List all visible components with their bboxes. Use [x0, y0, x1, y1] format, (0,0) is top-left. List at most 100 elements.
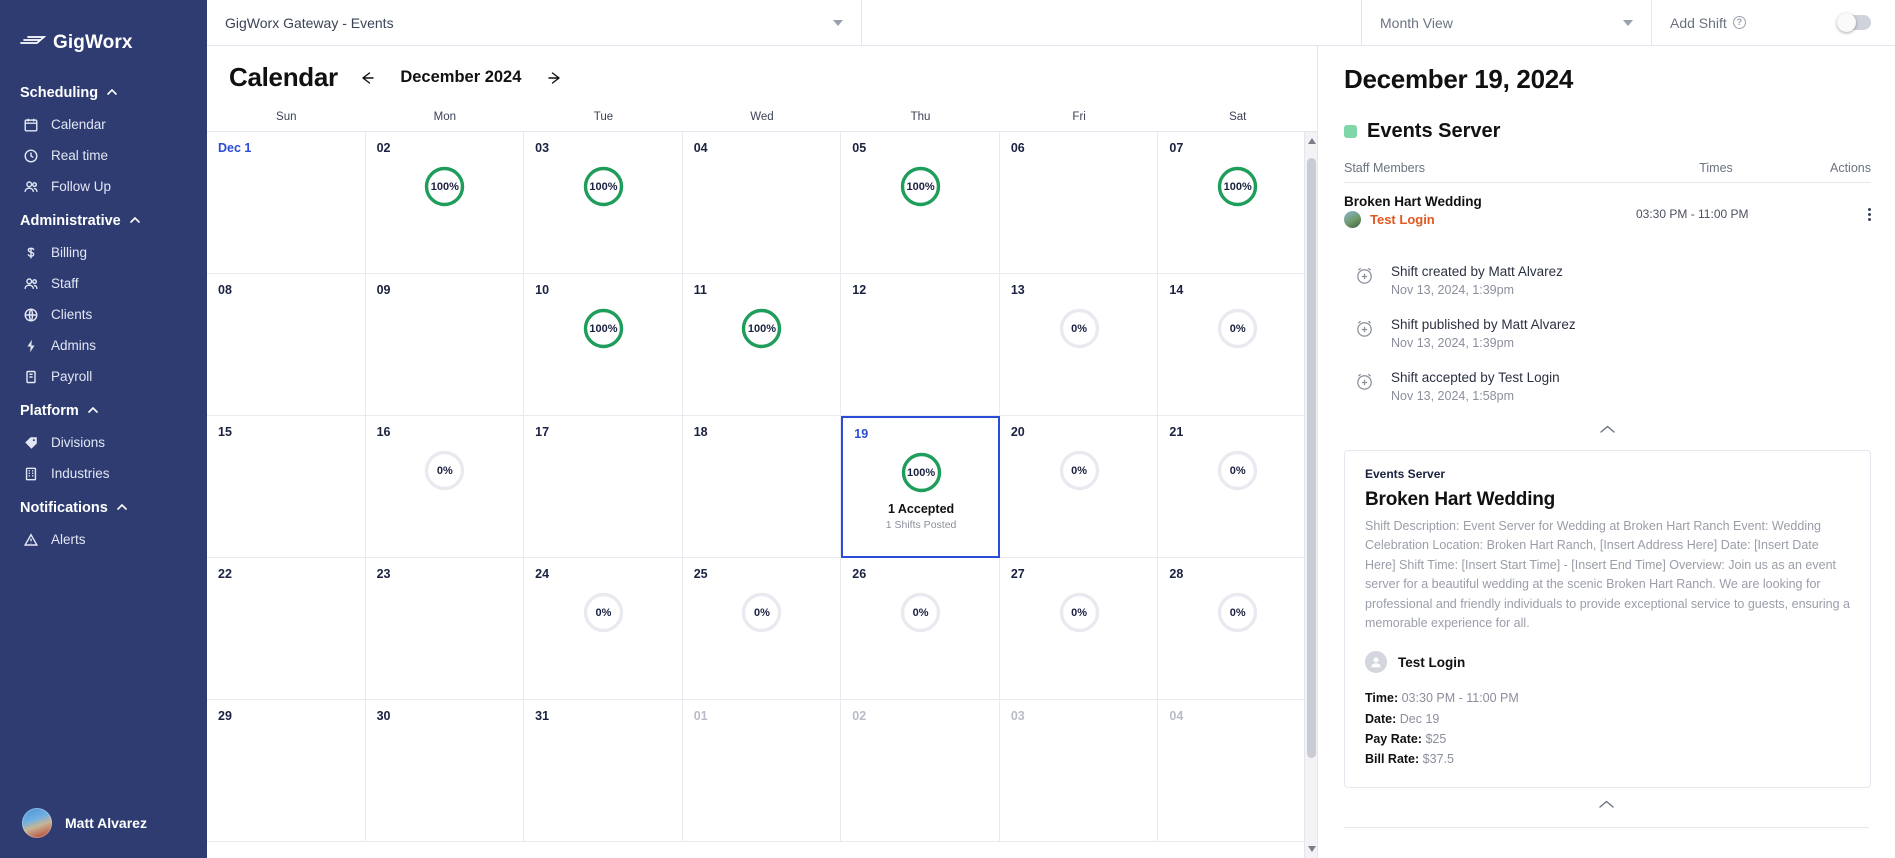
calendar-day-cell[interactable]: 16 0%	[365, 416, 525, 558]
sidebar-item-clients[interactable]: Clients	[0, 299, 207, 330]
sidebar-item-billing[interactable]: Billing	[0, 237, 207, 268]
fill-rate-donut: 100%	[740, 307, 783, 350]
calendar-day-cell[interactable]: 02 100%	[365, 132, 525, 274]
scroll-down-icon[interactable]	[1307, 846, 1316, 852]
prev-month-button[interactable]	[354, 65, 380, 91]
sidebar-group-administrative[interactable]: Administrative	[0, 202, 207, 237]
sidebar-item-divisions[interactable]: Divisions	[0, 427, 207, 458]
brand-logo[interactable]: GigWorx	[0, 0, 207, 60]
panel-divider	[1344, 827, 1869, 829]
day-number: 20	[1010, 425, 1025, 439]
staff-name-link[interactable]: Test Login	[1370, 212, 1435, 227]
calendar-day-cell[interactable]: 15	[207, 416, 366, 558]
add-shift-label: Add Shift	[1670, 14, 1727, 31]
calendar-day-cell[interactable]: 23	[365, 558, 525, 700]
fill-rate-donut: 0%	[740, 591, 783, 634]
calendar-day-cell[interactable]: 24 0%	[524, 558, 683, 700]
scrollbar-thumb[interactable]	[1307, 158, 1316, 758]
meta-value: $37.5	[1422, 752, 1454, 766]
calendar-day-cell[interactable]: 11 100%	[682, 274, 842, 416]
fill-rate-donut: 0%	[1058, 591, 1101, 634]
calendar-day-cell[interactable]: 06	[999, 132, 1159, 274]
kebab-menu-icon[interactable]	[1811, 194, 1871, 223]
calendar-day-cell[interactable]: 03	[999, 700, 1159, 842]
calendar-day-cell[interactable]: 09	[365, 274, 525, 416]
calendar-day-cell[interactable]: 21 0%	[1158, 416, 1317, 558]
sidebar-group-platform[interactable]: Platform	[0, 392, 207, 427]
table-row[interactable]: Broken Hart Wedding Test Login 03:30 PM …	[1344, 183, 1871, 232]
view-select[interactable]: Month View	[1362, 0, 1652, 45]
sidebar-item-follow-up[interactable]: Follow Up	[0, 171, 207, 202]
fill-rate-label: 0%	[1071, 606, 1088, 619]
card-meta-list: Time: 03:30 PM - 11:00 PM Date: Dec 19 P…	[1365, 688, 1850, 769]
sidebar-item-alerts[interactable]: Alerts	[0, 524, 207, 555]
sidebar-item-label: Divisions	[51, 435, 106, 450]
fill-rate-donut: 0%	[1216, 591, 1259, 634]
calendar-day-cell[interactable]: 13 0%	[999, 274, 1159, 416]
calendar-scrollbar[interactable]	[1304, 132, 1317, 858]
collapse-log-button[interactable]	[1344, 413, 1871, 442]
calendar-day-cell[interactable]: 31	[524, 700, 683, 842]
scroll-up-icon[interactable]	[1307, 138, 1316, 144]
sidebar-item-staff[interactable]: Staff	[0, 268, 207, 299]
sidebar-item-industries[interactable]: Industries	[0, 458, 207, 489]
collapse-card-button[interactable]	[1318, 788, 1895, 817]
calendar-day-cell[interactable]: 14 0%	[1158, 274, 1317, 416]
day-number: 30	[376, 709, 391, 723]
fill-rate-donut: 100%	[1216, 165, 1259, 208]
calendar-day-cell[interactable]: 29	[207, 700, 366, 842]
sidebar-item-payroll[interactable]: Payroll	[0, 361, 207, 392]
calendar-day-cell[interactable]: 17	[524, 416, 683, 558]
calendar-day-cell[interactable]: 07 100%	[1158, 132, 1317, 274]
calendar-day-cell[interactable]: 10 100%	[524, 274, 683, 416]
sidebar-item-real-time[interactable]: Real time	[0, 140, 207, 171]
calendar-day-cell[interactable]: 27 0%	[999, 558, 1159, 700]
meta-value: 03:30 PM - 11:00 PM	[1401, 691, 1519, 706]
list-item: Shift published by Matt Alvarez Nov 13, …	[1344, 307, 1871, 360]
calendar-day-cell[interactable]: 03 100%	[524, 132, 683, 274]
sidebar-nav: Scheduling Calendar Real time Follow Up …	[0, 60, 207, 555]
calendar-day-cell[interactable]: 05 100%	[841, 132, 1000, 274]
day-number: 01	[693, 709, 708, 723]
sidebar-item-label: Billing	[51, 245, 88, 260]
calendar-day-cell[interactable]: 04	[682, 132, 842, 274]
accepted-count: 1 Accepted	[887, 502, 955, 516]
sidebar-item-calendar[interactable]: Calendar	[0, 109, 207, 140]
card-assigned-person: Test Login	[1365, 651, 1850, 674]
meta-bill-rate: Bill Rate: $37.5	[1365, 749, 1850, 769]
calendar-day-cell[interactable]: 12	[841, 274, 1000, 416]
calendar-day-cell[interactable]: Dec 1	[207, 132, 366, 274]
sidebar-item-admins[interactable]: Admins	[0, 330, 207, 361]
calendar-day-cell[interactable]: 20 0%	[999, 416, 1159, 558]
day-number: 04	[693, 141, 708, 155]
calendar-day-cell[interactable]: 18	[682, 416, 842, 558]
fill-rate-label: 100%	[906, 466, 936, 479]
sidebar-group-scheduling[interactable]: Scheduling	[0, 74, 207, 109]
sidebar-profile[interactable]: Matt Alvarez	[0, 794, 207, 858]
calendar-grid-wrapper: Dec 1 02 100% 03 100% 04 05 100% 06 07 100% 08 09 10 1…	[207, 131, 1317, 858]
sidebar-group-notifications[interactable]: Notifications	[0, 489, 207, 524]
question-circle-icon[interactable]: ?	[1732, 16, 1746, 29]
calendar-day-cell[interactable]: 02	[841, 700, 1000, 842]
calendar-day-cell[interactable]: 25 0%	[682, 558, 842, 700]
fill-rate-label: 0%	[595, 606, 612, 619]
card-title: Broken Hart Wedding	[1365, 489, 1556, 510]
next-month-button[interactable]	[542, 65, 568, 91]
calendar-day-cell[interactable]: 28 0%	[1158, 558, 1317, 700]
calendar-day-cell[interactable]: 26 0%	[841, 558, 1000, 700]
account-select[interactable]: GigWorx Gateway - Events	[207, 0, 862, 45]
calendar-day-cell[interactable]: 04	[1158, 700, 1317, 842]
caret-down-icon	[833, 19, 843, 26]
topbar: GigWorx Gateway - Events Month View Add …	[207, 0, 1895, 46]
day-number: 09	[376, 283, 391, 297]
fill-rate-label: 0%	[1229, 322, 1246, 335]
calendar-day-cell[interactable]: 30	[365, 700, 525, 842]
sidebar-group-label: Scheduling	[20, 85, 99, 101]
day-number: 26	[852, 567, 867, 581]
calendar-day-cell[interactable]: 19 100% 1 Accepted 1 Shifts Posted	[841, 416, 1000, 558]
calendar-day-cell[interactable]: 08	[207, 274, 366, 416]
fill-rate-donut: 100%	[582, 165, 625, 208]
add-shift-toggle[interactable]	[1837, 13, 1871, 32]
calendar-day-cell[interactable]: 01	[682, 700, 842, 842]
calendar-day-cell[interactable]: 22	[207, 558, 366, 700]
